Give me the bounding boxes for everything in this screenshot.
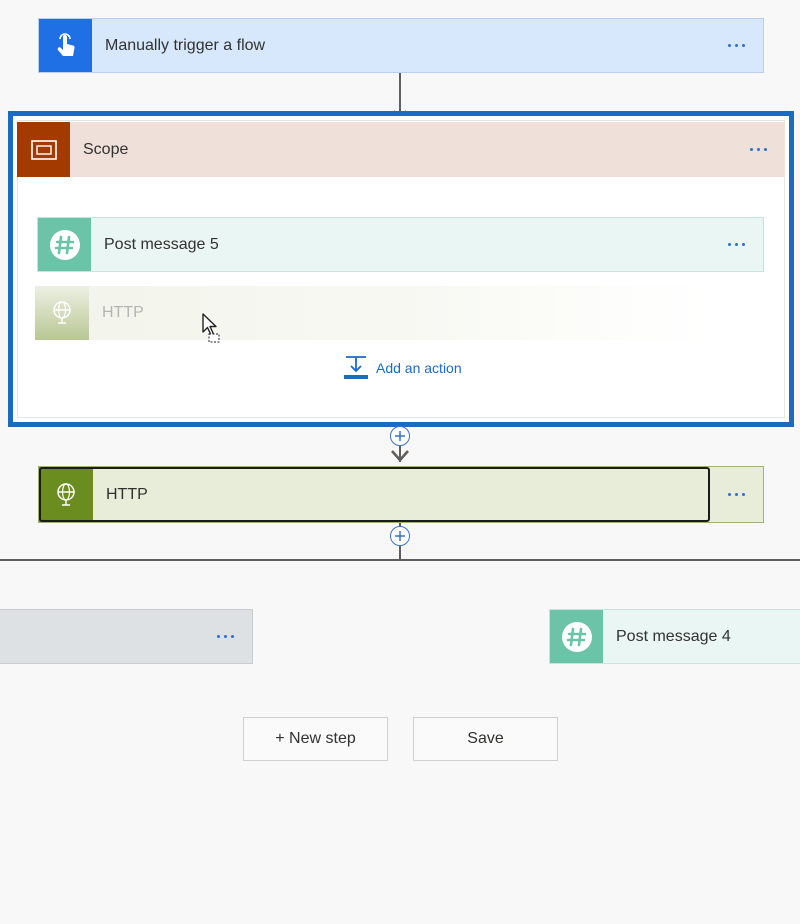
http-card-focus (39, 467, 710, 522)
left-branch-card[interactable] (0, 609, 253, 664)
connector-arrow (391, 450, 409, 462)
post-message-5-card[interactable]: Post message 5 (37, 217, 764, 272)
new-step-button[interactable]: + New step (243, 717, 388, 761)
add-action-label: Add an action (376, 360, 462, 376)
slack-hash-icon (38, 218, 91, 271)
http-card[interactable]: HTTP (38, 466, 764, 523)
slack-hash-icon (550, 610, 603, 663)
dragging-http-label: HTTP (102, 304, 144, 321)
left-branch-more-icon[interactable] (198, 610, 252, 663)
drag-cursor-icon (202, 313, 220, 343)
add-action-link[interactable]: Add an action (343, 355, 462, 381)
insert-step-plus-icon[interactable] (390, 526, 410, 546)
save-button[interactable]: Save (413, 717, 558, 761)
scope-label: Scope (83, 140, 129, 158)
insert-step-plus-icon[interactable] (390, 426, 410, 446)
post-message-4-label: Post message 4 (616, 627, 731, 645)
scope-container[interactable]: Scope Post message 5 HTTP Add an action (8, 111, 794, 427)
trigger-more-icon[interactable] (709, 19, 763, 72)
trigger-label: Manually trigger a flow (105, 36, 266, 54)
globe-icon (35, 286, 89, 340)
post-message-5-more-icon[interactable] (709, 218, 763, 271)
touch-hand-icon (39, 19, 92, 72)
post-message-5-label: Post message 5 (104, 235, 219, 253)
trigger-card[interactable]: Manually trigger a flow (38, 18, 764, 73)
add-action-icon (344, 356, 368, 379)
scope-icon (17, 122, 70, 177)
http-more-icon[interactable] (709, 467, 763, 522)
branch-line (0, 559, 800, 561)
dragging-http-ghost: HTTP (35, 286, 707, 340)
scope-header[interactable]: Scope (17, 122, 785, 177)
scope-more-icon[interactable] (731, 122, 785, 177)
post-message-4-card[interactable]: Post message 4 (549, 609, 800, 664)
